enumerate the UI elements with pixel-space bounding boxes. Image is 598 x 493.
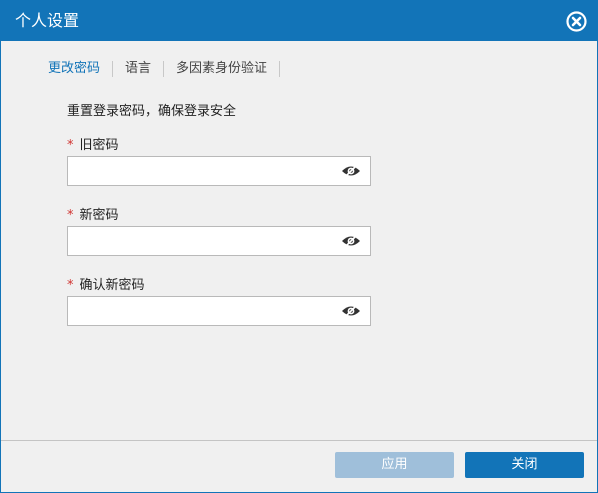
eye-hidden-icon[interactable] [341,233,361,249]
tab-change-password[interactable]: 更改密码 [48,60,100,78]
new-password-input[interactable] [68,227,340,253]
required-mark: * [67,278,74,293]
dialog-titlebar: 个人设置 [1,1,597,41]
apply-button[interactable]: 应用 [335,452,454,478]
confirm-password-label: * 确认新密码 [67,274,145,293]
tab-divider [112,61,114,77]
old-password-label-text: 旧密码 [79,138,119,153]
dialog-footer: 应用 关闭 [1,441,597,492]
tab-language[interactable]: 语言 [125,60,151,78]
required-mark: * [67,208,74,223]
tab-divider [279,61,281,77]
tab-divider [163,61,165,77]
old-password-label: * 旧密码 [67,134,119,153]
close-icon[interactable] [566,11,587,32]
required-mark: * [67,138,74,153]
eye-hidden-icon[interactable] [341,303,361,319]
close-button[interactable]: 关闭 [465,452,584,478]
settings-tabs: 更改密码 语言 多因素身份验证 [48,59,292,79]
new-password-label-text: 新密码 [79,208,119,223]
confirm-password-field [67,296,371,326]
personal-settings-dialog: 个人设置 更改密码 语言 多因素身份验证 重置登录密码，确保登录安全 * 旧密码 [0,0,598,493]
confirm-password-input[interactable] [68,297,340,323]
dialog-title: 个人设置 [15,11,80,30]
eye-hidden-icon[interactable] [341,163,361,179]
old-password-input[interactable] [68,157,340,183]
confirm-password-label-text: 确认新密码 [79,278,145,293]
form-subtitle: 重置登录密码，确保登录安全 [67,104,237,119]
tab-mfa[interactable]: 多因素身份验证 [176,60,267,78]
new-password-field [67,226,371,256]
new-password-label: * 新密码 [67,204,119,223]
old-password-field [67,156,371,186]
